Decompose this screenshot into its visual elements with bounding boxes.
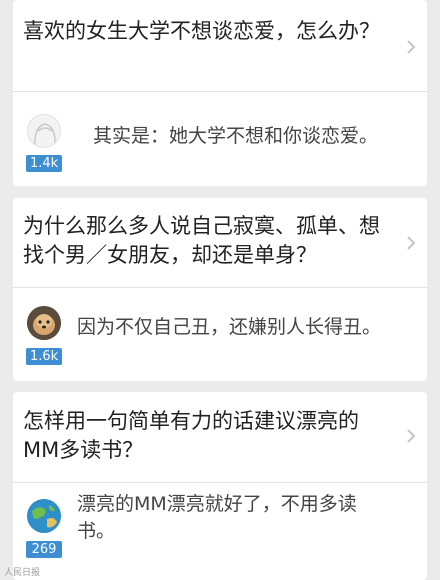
question-row[interactable]: 为什么那么多人说自己寂寞、孤单、想找个男／女朋友，却还是单身？ [13, 198, 427, 288]
answer-snippet[interactable]: 漂亮的MM漂亮就好了，不用多读书。 [77, 491, 377, 545]
question-title: 喜欢的女生大学不想谈恋爱，怎么办？ [23, 19, 380, 43]
avatar[interactable] [27, 114, 61, 148]
question-title: 怎样用一句简单有力的话建议漂亮的MM多读书？ [23, 409, 359, 462]
question-card[interactable]: 为什么那么多人说自己寂寞、孤单、想找个男／女朋友，却还是单身？ 1.6k 因为不… [13, 198, 427, 381]
avatar-earth-image [27, 499, 61, 533]
chevron-right-icon[interactable] [404, 429, 418, 443]
avatar-placeholder-icon [34, 123, 56, 146]
avatar[interactable] [27, 499, 61, 533]
avatar[interactable] [27, 306, 61, 340]
question-row[interactable]: 怎样用一句简单有力的话建议漂亮的MM多读书？ [13, 392, 427, 483]
answer-row[interactable]: 1.4k 其实是：她大学不想和你谈恋爱。 [13, 92, 427, 186]
vote-count-badge: 269 [26, 541, 62, 558]
question-title: 为什么那么多人说自己寂寞、孤单、想找个男／女朋友，却还是单身？ [23, 214, 380, 267]
question-row[interactable]: 喜欢的女生大学不想谈恋爱，怎么办？ [13, 0, 427, 92]
answer-row[interactable]: 269 漂亮的MM漂亮就好了，不用多读书。 [13, 483, 427, 580]
answer-snippet[interactable]: 其实是：她大学不想和你谈恋爱。 [93, 123, 413, 150]
question-card[interactable]: 怎样用一句简单有力的话建议漂亮的MM多读书？ 269 漂亮的MM漂亮就好了，不用… [13, 392, 427, 580]
vote-count-badge: 1.6k [26, 348, 63, 365]
avatar-dog-photo [27, 306, 61, 340]
question-card[interactable]: 喜欢的女生大学不想谈恋爱，怎么办？ 1.4k 其实是：她大学不想和你谈恋爱。 [13, 0, 427, 186]
watermark: 人民日报 [4, 568, 41, 578]
answer-snippet[interactable]: 因为不仅自己丑，还嫌别人长得丑。 [77, 314, 397, 341]
chevron-right-icon[interactable] [404, 236, 418, 250]
chevron-right-icon[interactable] [404, 40, 418, 54]
answer-row[interactable]: 1.6k 因为不仅自己丑，还嫌别人长得丑。 [13, 288, 427, 381]
vote-count-badge: 1.4k [26, 155, 63, 172]
